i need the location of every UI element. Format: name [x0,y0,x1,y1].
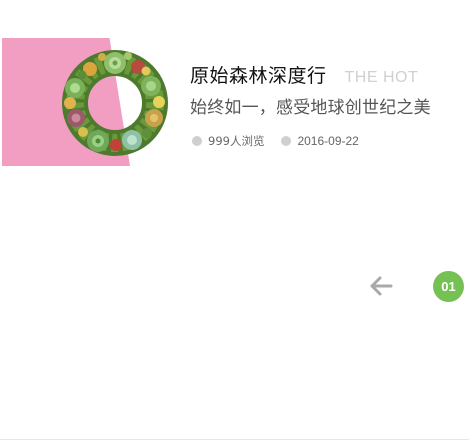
article-subtitle: 始终如一，感受地球创世纪之美 [190,98,431,118]
article-card[interactable]: 原始森林深度行 THE HOT 始终如一，感受地球创世纪之美 999人浏览 20… [0,38,469,168]
views-dot-icon [192,136,202,146]
arrow-left-icon [370,276,393,296]
hot-tag: THE HOT [344,69,419,86]
prev-arrow-button[interactable] [365,273,397,299]
bottom-divider [0,439,469,440]
article-title[interactable]: 原始森林深度行 [190,61,327,88]
page-number-badge[interactable]: 01 [433,271,464,302]
page-number: 01 [441,279,456,294]
date-meta: 2016-09-22 [281,134,359,148]
title-row: 原始森林深度行 THE HOT [190,61,418,87]
views-count: 999人浏览 [208,134,265,148]
publish-date: 2016-09-22 [297,134,359,148]
date-dot-icon [281,136,292,146]
succulent-wreath-image [62,50,168,156]
article-meta: 999人浏览 2016-09-22 [192,133,376,149]
views-meta: 999人浏览 [192,133,264,149]
